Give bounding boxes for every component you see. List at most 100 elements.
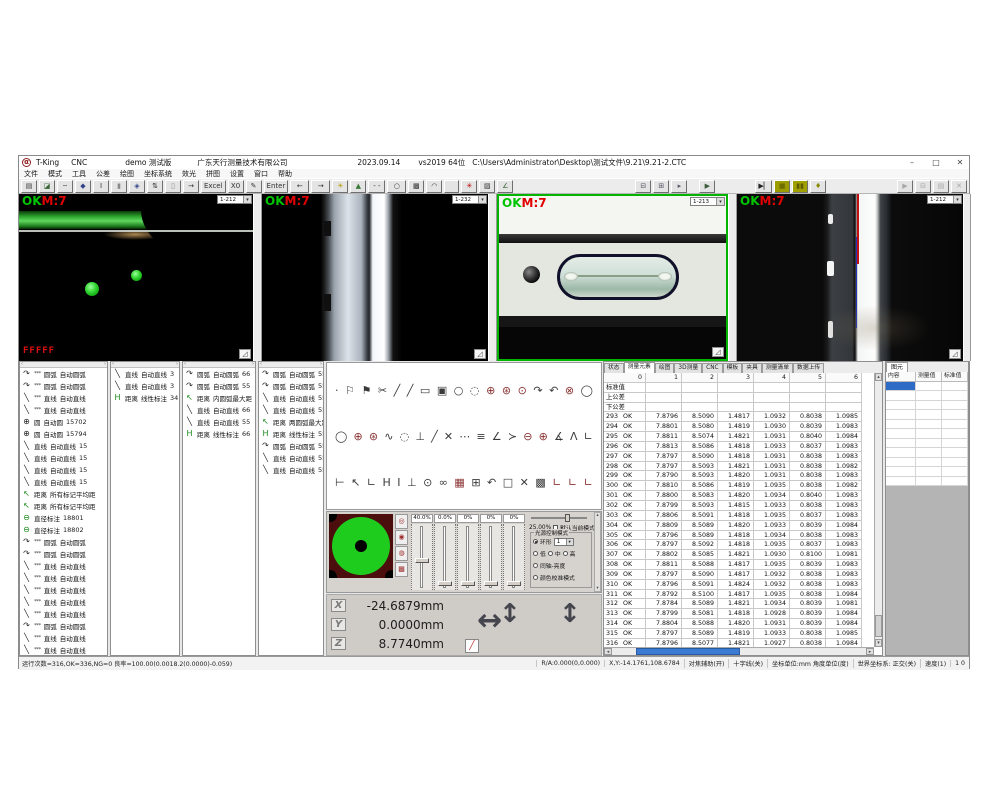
- menu-item[interactable]: 拼图: [201, 169, 225, 179]
- palette-tool-icon[interactable]: ⊛: [369, 430, 378, 443]
- scroll-down-icon[interactable]: ▾: [595, 586, 600, 591]
- palette-tool-icon[interactable]: ⊞: [471, 476, 480, 489]
- toolbar-button-minus-minus[interactable]: - -: [368, 180, 385, 193]
- toolbar-button-pattern-a[interactable]: ▩: [408, 180, 424, 193]
- scroll-down-icon[interactable]: ▾: [875, 639, 882, 647]
- jog-y-arrows-icon[interactable]: ↕: [499, 599, 521, 629]
- detail-row[interactable]: [886, 401, 968, 411]
- element-list-item[interactable]: ╲直线自动直线66: [183, 404, 255, 416]
- camera-range-dropdown[interactable]: 1-232▾: [452, 195, 487, 204]
- toolbar-button-probe[interactable]: ◆: [75, 180, 91, 193]
- tab-primitives[interactable]: 图元: [886, 362, 908, 372]
- camera-view-3-selected[interactable]: OKM:7 1-213▾ ◿: [497, 194, 728, 361]
- toolbar-button-zero-xy[interactable]: X0: [228, 180, 244, 193]
- element-list-item[interactable]: ↷圆弧自动圆弧55: [259, 440, 323, 452]
- palette-tool-icon[interactable]: ✕: [444, 430, 453, 443]
- table-row[interactable]: 308OK7.88118.50881.48171.09350.80391.098…: [604, 560, 874, 570]
- menu-item[interactable]: 设置: [225, 169, 249, 179]
- element-list-item[interactable]: ↖距离两圆弧最大距: [259, 416, 323, 428]
- palette-tool-icon[interactable]: ≻: [508, 430, 517, 443]
- palette-tool-icon[interactable]: ⊕: [539, 430, 548, 443]
- element-list-item[interactable]: ╲直线自动直线3: [111, 368, 179, 380]
- scrollbar-thumb[interactable]: [636, 648, 740, 655]
- camera-splitter[interactable]: [488, 194, 497, 361]
- palette-tool-icon[interactable]: ⊕: [486, 384, 495, 397]
- toolbar-button-open-run[interactable]: ◪: [39, 180, 55, 193]
- detail-row[interactable]: [886, 448, 968, 458]
- palette-tool-icon[interactable]: ▭: [420, 384, 430, 397]
- toolbar-button-tools-hammer[interactable]: ♦: [810, 180, 826, 193]
- camera-splitter[interactable]: [963, 194, 971, 361]
- toolbar-button-ibeam[interactable]: I: [93, 180, 109, 193]
- element-list-item[interactable]: H距离线性标注66: [183, 428, 255, 440]
- camera-resize-icon[interactable]: ◿: [474, 349, 486, 359]
- scroll-up-icon[interactable]: ▴: [595, 513, 600, 518]
- camera-range-dropdown[interactable]: 1-212▾: [927, 195, 962, 204]
- palette-tool-icon[interactable]: ∠: [492, 430, 502, 443]
- table-row[interactable]: 314OK7.88048.50881.48201.09310.80391.098…: [604, 619, 874, 629]
- minimize-button[interactable]: –: [905, 158, 919, 167]
- palette-tool-icon[interactable]: ◌: [400, 430, 410, 443]
- palette-tool-icon[interactable]: ↷: [533, 384, 542, 397]
- table-tab[interactable]: 夹具: [742, 363, 762, 373]
- table-tab[interactable]: 数据上传: [793, 363, 824, 373]
- toolbar-button-pen[interactable]: ✎: [246, 180, 262, 193]
- detail-row[interactable]: [886, 467, 968, 477]
- table-row[interactable]: 311OK7.87928.51001.48171.09350.80381.098…: [604, 590, 874, 600]
- camera-range-dropdown[interactable]: 1-212▾: [217, 195, 252, 204]
- slider-thumb[interactable]: [438, 581, 452, 586]
- toolbar-button-save-result[interactable]: ⊟: [635, 180, 651, 193]
- menu-item[interactable]: 模式: [43, 169, 67, 179]
- table-tab[interactable]: 测量元素: [624, 362, 655, 373]
- table-horizontal-scrollbar[interactable]: ◂ ▸: [604, 647, 874, 655]
- camera-resize-icon[interactable]: ◿: [712, 347, 724, 357]
- element-list-item[interactable]: ╲直线自动直线3: [111, 380, 179, 392]
- table-row[interactable]: 296OK7.88138.50861.48181.09330.80371.098…: [604, 442, 874, 452]
- light-channel-slider[interactable]: 0%: [457, 514, 479, 590]
- table-row[interactable]: 303OK7.88068.50911.48181.09350.80371.098…: [604, 511, 874, 521]
- ring-radio[interactable]: [533, 539, 538, 544]
- camera-resize-icon[interactable]: ◿: [949, 349, 961, 359]
- element-list-item[interactable]: ╲直线自动直线55: [183, 416, 255, 428]
- diagonal-move-button[interactable]: ╱: [465, 639, 479, 653]
- toolbar-button-blank[interactable]: [444, 180, 459, 193]
- element-list-item[interactable]: ╲直线自动直线55: [259, 392, 323, 404]
- scroll-right-icon[interactable]: ▸: [866, 648, 874, 655]
- element-list-item[interactable]: H距离线性标注34: [111, 392, 179, 404]
- table-row[interactable]: 306OK7.87978.50921.48181.09350.80371.098…: [604, 540, 874, 550]
- element-list-item[interactable]: ↷***圆弧自动圆弧: [20, 548, 107, 560]
- toolbar-button-chart-axes[interactable]: ∠: [497, 180, 513, 193]
- toolbar-button-image-view[interactable]: ▲: [350, 180, 366, 193]
- ring-light-indicator[interactable]: [329, 514, 393, 578]
- element-list-item[interactable]: ⊕圆自动圆15794: [20, 428, 107, 440]
- maximize-button[interactable]: □: [929, 158, 943, 167]
- chevron-down-icon[interactable]: ▾: [566, 539, 573, 545]
- element-list-item[interactable]: ↷圆弧自动圆弧55: [183, 380, 255, 392]
- table-row[interactable]: 313OK7.87998.50811.48181.09280.80391.098…: [604, 609, 874, 619]
- scroll-right-icon[interactable]: ›: [104, 362, 106, 367]
- scroll-left-icon[interactable]: ◂: [604, 648, 612, 655]
- camera-resize-icon[interactable]: ◿: [239, 349, 251, 359]
- scroll-right-icon[interactable]: ›: [252, 362, 254, 367]
- palette-tool-icon[interactable]: ∟: [584, 476, 593, 489]
- toolbar-button-dashed-path[interactable]: ╌: [57, 180, 73, 193]
- menu-item[interactable]: 公差: [91, 169, 115, 179]
- toolbar-button-excel-export[interactable]: Excel: [201, 180, 226, 193]
- element-list-item[interactable]: ↷***圆弧自动圆弧: [20, 536, 107, 548]
- palette-tool-icon[interactable]: ▦: [454, 476, 464, 489]
- palette-tool-icon[interactable]: ⊕: [353, 430, 362, 443]
- element-list-item[interactable]: ╲***直线自动直线: [20, 632, 107, 644]
- table-tab[interactable]: 3D测量: [674, 363, 702, 373]
- ring-channel-dropdown[interactable]: 1▾: [554, 538, 574, 546]
- palette-tool-icon[interactable]: ≡: [476, 430, 485, 443]
- element-list-item[interactable]: ╲***直线自动直线: [20, 596, 107, 608]
- element-list-item[interactable]: ╲***直线自动直线: [20, 560, 107, 572]
- element-list-item[interactable]: ╲***直线自动直线: [20, 584, 107, 596]
- toolbar-button-step-arrow[interactable]: →: [183, 180, 199, 193]
- palette-tool-icon[interactable]: ∟: [367, 476, 376, 489]
- element-list-item[interactable]: ╲直线自动直线55: [259, 404, 323, 416]
- palette-tool-icon[interactable]: ◯: [335, 430, 347, 443]
- palette-tool-icon[interactable]: Λ: [570, 430, 578, 443]
- menu-item[interactable]: 窗口: [249, 169, 273, 179]
- toolbar-button-jog-left[interactable]: ←: [290, 180, 309, 193]
